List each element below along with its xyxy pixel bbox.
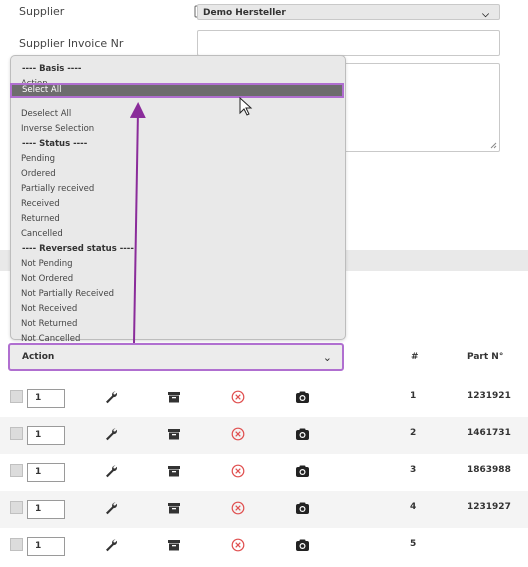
wrench-icon[interactable]	[104, 463, 118, 482]
part-number: 1461731	[467, 428, 511, 438]
table-row: 1 1 1231921	[0, 380, 528, 417]
archive-icon[interactable]	[167, 500, 181, 519]
row-checkbox[interactable]	[10, 390, 23, 403]
archive-icon[interactable]	[167, 537, 181, 556]
camera-icon[interactable]	[295, 500, 310, 519]
row-index: 4	[410, 502, 417, 512]
row-checkbox[interactable]	[10, 538, 23, 551]
quantity-input[interactable]: 1	[27, 389, 65, 408]
archive-icon[interactable]	[167, 389, 181, 408]
cancel-circle-icon[interactable]	[231, 537, 245, 556]
cancel-circle-icon[interactable]	[231, 389, 245, 408]
part-number: 1863988	[467, 465, 511, 475]
camera-icon[interactable]	[295, 389, 310, 408]
table-row: 1 4 1231927	[0, 491, 528, 528]
archive-icon[interactable]	[167, 463, 181, 482]
table-row: 1 2 1461731	[0, 417, 528, 454]
row-checkbox[interactable]	[10, 427, 23, 440]
wrench-icon[interactable]	[104, 389, 118, 408]
camera-icon[interactable]	[295, 426, 310, 445]
cancel-circle-icon[interactable]	[231, 500, 245, 519]
archive-icon[interactable]	[167, 426, 181, 445]
table-row: 15	[0, 528, 528, 565]
row-index: 1	[410, 391, 417, 401]
wrench-icon[interactable]	[104, 500, 118, 519]
wrench-icon[interactable]	[104, 426, 118, 445]
row-index: 2	[410, 428, 417, 438]
wrench-icon[interactable]	[104, 537, 118, 556]
part-number: 1231921	[467, 391, 511, 401]
quantity-input[interactable]: 1	[27, 426, 65, 445]
cancel-circle-icon[interactable]	[231, 426, 245, 445]
quantity-input[interactable]: 1	[27, 537, 65, 556]
row-checkbox[interactable]	[10, 501, 23, 514]
row-index: 5	[410, 539, 417, 549]
table-row: 1 3 1863988	[0, 454, 528, 491]
part-number: 1231927	[467, 502, 511, 512]
camera-icon[interactable]	[295, 537, 310, 556]
row-index: 3	[410, 465, 417, 475]
row-checkbox[interactable]	[10, 464, 23, 477]
camera-icon[interactable]	[295, 463, 310, 482]
quantity-input[interactable]: 1	[27, 500, 65, 519]
cancel-circle-icon[interactable]	[231, 463, 245, 482]
quantity-input[interactable]: 1	[27, 463, 65, 482]
